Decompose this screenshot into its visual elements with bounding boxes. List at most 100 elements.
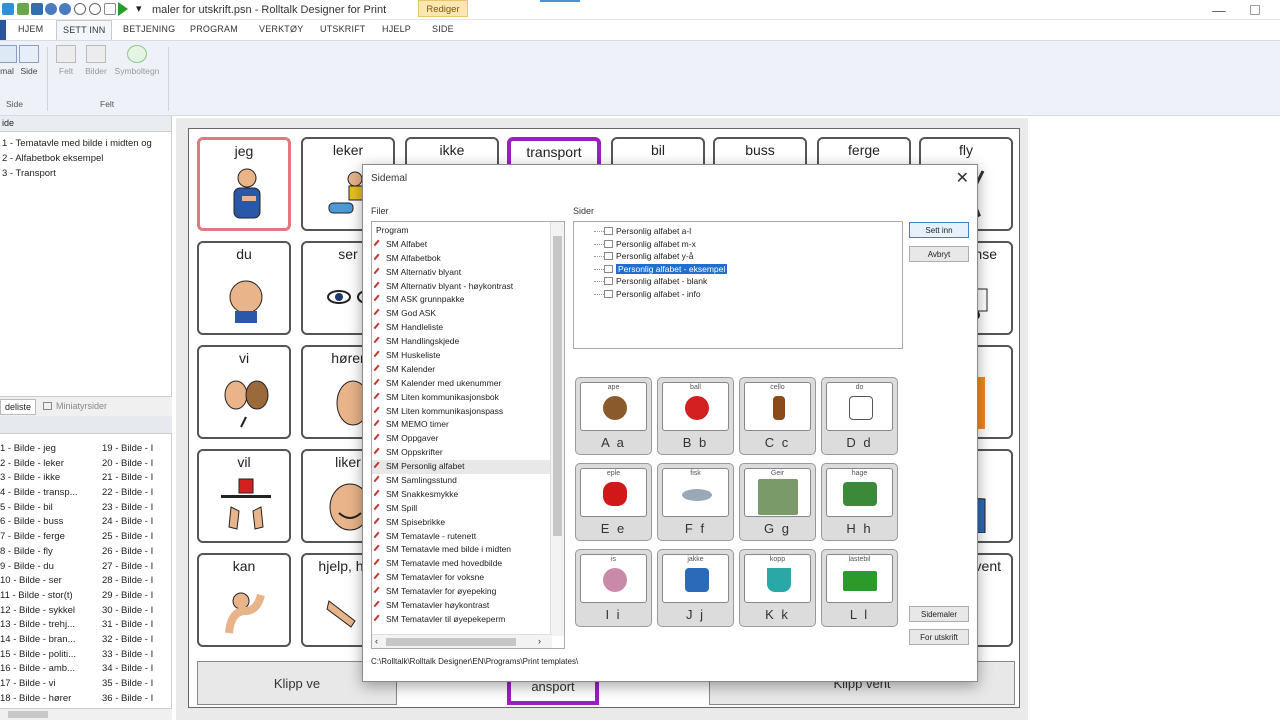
image-item[interactable]: 14 - Bilde - bran...: [0, 633, 78, 648]
file-item[interactable]: SM MEMO timer: [372, 418, 564, 432]
page-item[interactable]: 1 - Tematavle med bilde i midten og: [0, 136, 172, 151]
file-item[interactable]: SM Liten kommunikasjonspass: [372, 405, 564, 419]
file-item[interactable]: SM Kalender med ukenummer: [372, 377, 564, 391]
refresh-icon[interactable]: [59, 3, 71, 15]
board-cell-jeg[interactable]: jeg: [197, 137, 291, 231]
image-item[interactable]: 8 - Bilde - fly: [0, 545, 78, 560]
image-item[interactable]: 9 - Bilde - du: [0, 560, 78, 575]
image-item[interactable]: 15 - Bilde - politi...: [0, 648, 78, 663]
felt-button[interactable]: Felt: [51, 45, 81, 76]
file-item[interactable]: SM Tematavle med bilde i midten: [372, 543, 564, 557]
tab-side[interactable]: SIDE: [432, 24, 454, 34]
image-item[interactable]: 12 - Bilde - sykkel: [0, 604, 78, 619]
file-item[interactable]: SM Alfabetbok: [372, 252, 564, 266]
file-item[interactable]: SM God ASK: [372, 307, 564, 321]
page-tree-item-selected[interactable]: Personlig alfabet - eksempel: [594, 263, 728, 276]
file-item[interactable]: SM Kalender: [372, 363, 564, 377]
cancel-button[interactable]: Avbryt: [909, 246, 969, 262]
image-item[interactable]: 33 - Bilde - I: [102, 648, 172, 663]
image-item[interactable]: 34 - Bilde - I: [102, 662, 172, 677]
scrollbar-thumb[interactable]: [553, 236, 562, 536]
page-item[interactable]: 2 - Alfabetbok eksempel: [0, 151, 172, 166]
tab-program[interactable]: PROGRAM: [190, 24, 238, 34]
file-list-hscroll[interactable]: ‹ ›: [372, 634, 552, 648]
page-tree-item[interactable]: Personlig alfabet - blank: [594, 275, 707, 288]
image-item[interactable]: 25 - Bilde - I: [102, 530, 172, 545]
page-tree-item[interactable]: Personlig alfabet y-å: [594, 250, 694, 263]
scroll-right-icon[interactable]: ›: [538, 636, 541, 646]
file-item[interactable]: SM Tematavler høykontrast: [372, 599, 564, 613]
page-tree-item[interactable]: Personlig alfabet - info: [594, 288, 701, 301]
file-item[interactable]: SM Handleliste: [372, 321, 564, 335]
file-item[interactable]: SM ASK grunnpakke: [372, 293, 564, 307]
image-item[interactable]: 30 - Bilde - I: [102, 604, 172, 619]
image-item[interactable]: 4 - Bilde - transp...: [0, 486, 78, 501]
page-item[interactable]: 3 - Transport: [0, 166, 172, 181]
file-list-vscroll[interactable]: [550, 222, 564, 636]
scrollbar-thumb[interactable]: [8, 711, 48, 718]
symboltegn-button[interactable]: Symboltegn: [110, 45, 164, 76]
side-button[interactable]: Side: [14, 45, 44, 76]
image-item[interactable]: 16 - Bilde - amb...: [0, 662, 78, 677]
board-cell-vil[interactable]: vil: [197, 449, 291, 543]
redo-icon[interactable]: [89, 3, 101, 15]
file-item[interactable]: SM Tematavler for øyepeking: [372, 585, 564, 599]
file-item[interactable]: SM Oppskrifter: [372, 446, 564, 460]
file-item[interactable]: SM Tematavler til øyepekeperm: [372, 613, 564, 627]
tab-hjem[interactable]: HJEM: [18, 24, 43, 34]
pages-tree[interactable]: Personlig alfabet a-l Personlig alfabet …: [573, 221, 903, 349]
board-cell-du[interactable]: du: [197, 241, 291, 335]
image-list-scrollbar[interactable]: [0, 708, 172, 720]
customize-icon[interactable]: ▾: [136, 2, 142, 15]
file-item[interactable]: SM Tematavle - rutenett: [372, 530, 564, 544]
image-item[interactable]: 13 - Bilde - trehj...: [0, 618, 78, 633]
tab-sett-inn[interactable]: SETT INN: [56, 20, 113, 40]
insert-button[interactable]: Sett inn: [909, 222, 969, 238]
image-item[interactable]: 18 - Bilde - hører: [0, 692, 78, 707]
image-item[interactable]: 32 - Bilde - I: [102, 633, 172, 648]
image-item[interactable]: 21 - Bilde - I: [102, 471, 172, 486]
tab-sideliste[interactable]: deliste: [0, 399, 37, 415]
file-item-program[interactable]: Program: [372, 224, 564, 238]
page-tree-item[interactable]: Personlig alfabet a-l: [594, 225, 691, 238]
image-item[interactable]: 10 - Bilde - ser: [0, 574, 78, 589]
tab-verktoy[interactable]: VERKTØY: [259, 24, 303, 34]
new-icon[interactable]: [17, 3, 29, 15]
file-item[interactable]: SM Huskeliste: [372, 349, 564, 363]
image-item[interactable]: 17 - Bilde - vi: [0, 677, 78, 692]
image-item[interactable]: 22 - Bilde - I: [102, 486, 172, 501]
for-print-button[interactable]: For utskrift: [909, 629, 969, 645]
image-item[interactable]: 27 - Bilde - I: [102, 560, 172, 575]
tab-betjening[interactable]: BETJENING: [123, 24, 175, 34]
file-item-selected[interactable]: SM Personlig alfabet: [372, 460, 564, 475]
restore-icon[interactable]: [1250, 5, 1260, 15]
tab-hjelp[interactable]: HJELP: [382, 24, 411, 34]
image-item[interactable]: 31 - Bilde - I: [102, 618, 172, 633]
file-item[interactable]: SM Spill: [372, 502, 564, 516]
image-item[interactable]: 7 - Bilde - ferge: [0, 530, 78, 545]
page-tree-item[interactable]: Personlig alfabet m-x: [594, 238, 696, 251]
image-item[interactable]: 3 - Bilde - ikke: [0, 471, 78, 486]
scroll-left-icon[interactable]: ‹: [375, 636, 378, 646]
open-icon[interactable]: [45, 3, 57, 15]
file-menu-button[interactable]: [0, 20, 6, 40]
minimize-icon[interactable]: [1212, 3, 1226, 12]
file-item[interactable]: SM Samlingsstund: [372, 474, 564, 488]
file-item[interactable]: SM Spisebrikke: [372, 516, 564, 530]
file-item[interactable]: SM Tematavler for voksne: [372, 571, 564, 585]
image-item[interactable]: 20 - Bilde - I: [102, 457, 172, 472]
file-item[interactable]: SM Liten kommunikasjonsbok: [372, 391, 564, 405]
save-icon[interactable]: [31, 3, 43, 15]
image-item[interactable]: 29 - Bilde - I: [102, 589, 172, 604]
tab-miniatyrsider[interactable]: Miniatyrsider: [40, 399, 111, 413]
image-item[interactable]: 2 - Bilde - leker: [0, 457, 78, 472]
image-item[interactable]: 36 - Bilde - I: [102, 692, 172, 707]
image-item[interactable]: 1 - Bilde - jeg: [0, 442, 78, 457]
tab-utskrift[interactable]: UTSKRIFT: [320, 24, 366, 34]
play-icon[interactable]: [118, 2, 128, 16]
undo-icon[interactable]: [74, 3, 86, 15]
file-item[interactable]: SM Handlingskjede: [372, 335, 564, 349]
image-item[interactable]: 26 - Bilde - I: [102, 545, 172, 560]
bilder-button[interactable]: Bilder: [81, 45, 111, 76]
close-icon[interactable]: ✕: [956, 168, 969, 188]
